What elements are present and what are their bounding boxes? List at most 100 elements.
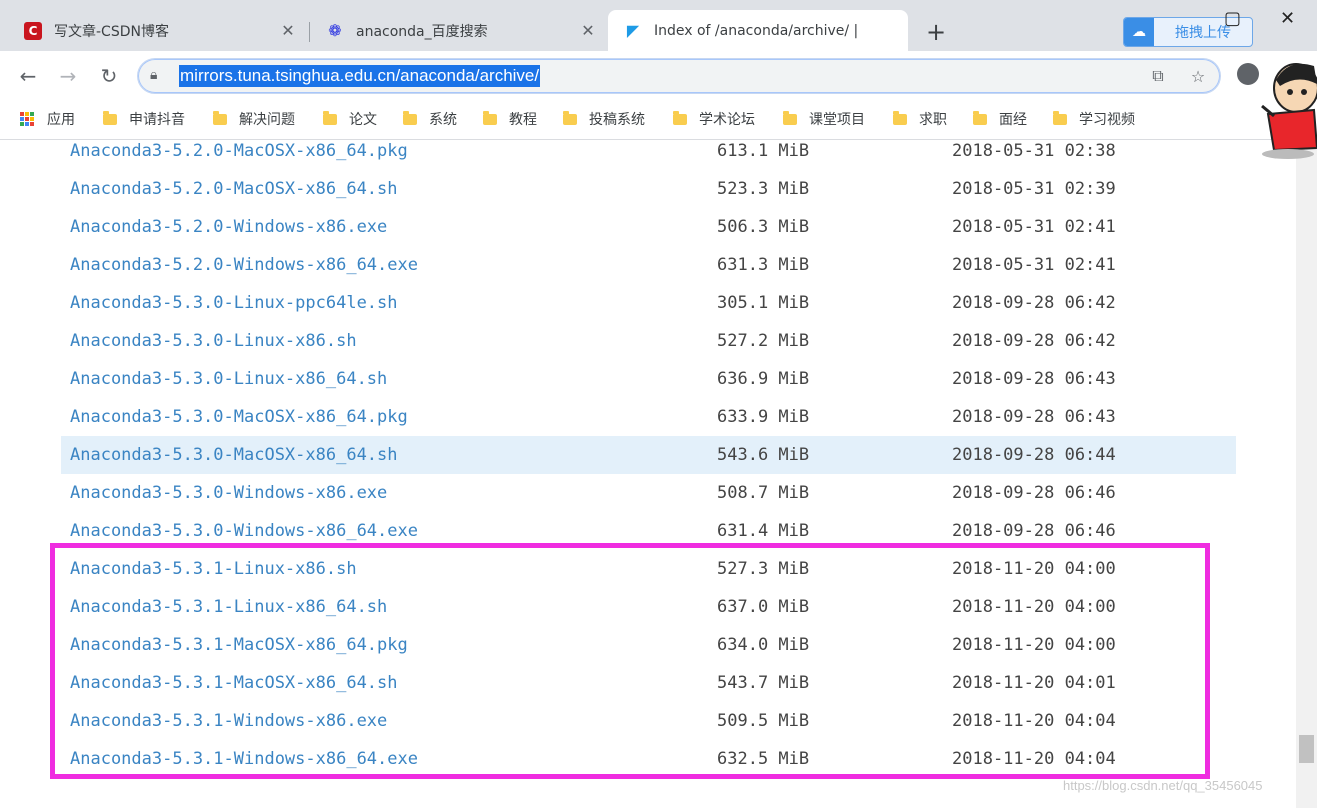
file-link[interactable]: Anaconda3-5.3.0-Windows-x86_64.exe [70,521,418,541]
file-link[interactable]: Anaconda3-5.3.0-Windows-x86.exe [70,483,387,503]
file-size: 508.7 MiB [717,483,810,503]
highlight-annotation-box [50,543,1210,779]
file-link[interactable]: Anaconda3-5.3.0-Linux-x86.sh [70,331,357,351]
cloud-upload-icon: ☁ [1124,18,1154,46]
cartoon-sticker-icon [1261,63,1317,159]
file-date: 2018-09-28 06:46 [952,521,1116,541]
bookmark-star-icon[interactable]: ☆ [1188,66,1208,86]
close-icon[interactable]: ✕ [278,21,298,41]
file-link[interactable]: Anaconda3-5.2.0-Windows-x86_64.exe [70,255,418,275]
file-link[interactable]: Anaconda3-5.2.0-MacOSX-x86_64.pkg [70,141,408,161]
bookmark-label: 解决问题 [239,112,295,128]
window-close-icon[interactable]: ✕ [1280,8,1295,29]
bookmark-folder[interactable]: 申请抖音 [103,109,185,129]
file-row: Anaconda3-5.2.0-Windows-x86.exe 506.3 MiB… [61,208,1236,246]
bookmark-label: 系统 [429,112,457,128]
vertical-scrollbar[interactable] [1296,140,1317,808]
file-link[interactable]: Anaconda3-5.3.0-MacOSX-x86_64.sh [70,445,398,465]
file-size: 636.9 MiB [717,369,810,389]
forward-arrow-icon[interactable]: → [55,63,81,89]
folder-icon [213,110,227,125]
minimize-icon[interactable]: ▢ [1224,8,1241,29]
file-date: 2018-09-28 06:46 [952,483,1116,503]
tuna-dolphin-icon: ◤ [626,21,640,40]
folder-icon [483,110,497,125]
file-date: 2018-05-31 02:41 [952,217,1116,237]
bookmark-folder[interactable]: 解决问题 [213,109,295,129]
file-link[interactable]: Anaconda3-5.2.0-Windows-x86.exe [70,217,387,237]
close-icon[interactable]: ✕ [578,21,598,41]
csdn-icon: C [24,21,42,40]
file-link[interactable]: Anaconda3-5.3.0-Linux-x86_64.sh [70,369,387,389]
folder-icon [403,110,417,125]
bookmark-label: 面经 [999,112,1027,128]
bookmark-label: 应用 [47,112,75,128]
back-arrow-icon[interactable]: ← [15,63,41,89]
bookmark-folder[interactable]: 求职 [893,109,947,129]
file-size: 543.6 MiB [717,445,810,465]
apps-grid-icon [20,111,35,127]
file-date: 2018-09-28 06:42 [952,331,1116,351]
bookmark-folder[interactable]: 课堂项目 [783,109,865,129]
bookmark-label: 学习视频 [1079,112,1135,128]
file-listing: Anaconda3-5.2.0-MacOSX-x86_64.pkg 613.1 M… [0,140,1296,808]
file-date: 2018-09-28 06:43 [952,369,1116,389]
folder-icon [103,110,117,125]
file-size: 631.4 MiB [717,521,810,541]
folder-icon [323,110,337,125]
bookmark-folder[interactable]: 学习视频 [1053,109,1135,129]
file-date: 2018-05-31 02:38 [952,141,1116,161]
profile-avatar-icon[interactable] [1237,63,1259,85]
file-link[interactable]: Anaconda3-5.3.0-MacOSX-x86_64.pkg [70,407,408,427]
tab-tuna-index[interactable]: ◤ Index of /anaconda/archive/ | [608,10,908,51]
url-text[interactable]: mirrors.tuna.tsinghua.edu.cn/anaconda/ar… [179,65,541,87]
folder-icon [893,110,907,125]
folder-icon [563,110,577,125]
file-link[interactable]: Anaconda3-5.2.0-MacOSX-x86_64.sh [70,179,398,199]
address-bar[interactable]: 🔒︎ mirrors.tuna.tsinghua.edu.cn/anaconda… [137,58,1221,94]
folder-icon [973,110,987,125]
baidu-paw-icon: ❁ [328,21,342,40]
bookmark-folder[interactable]: 论文 [323,109,377,129]
folder-icon [1053,110,1067,125]
lock-icon: 🔒︎ [150,67,158,83]
file-row: Anaconda3-5.3.0-Linux-x86.sh 527.2 MiB 201… [61,322,1236,360]
file-size: 631.3 MiB [717,255,810,275]
bookmark-folder[interactable]: 面经 [973,109,1027,129]
bookmark-label: 求职 [919,112,947,128]
file-link[interactable]: Anaconda3-5.3.0-Linux-ppc64le.sh [70,293,398,313]
browser-toolbar: ← → ↻ 🔒︎ mirrors.tuna.tsinghua.edu.cn/an… [0,51,1317,101]
translate-icon[interactable]: ⧉ [1148,66,1168,86]
tab-csdn[interactable]: C 写文章-CSDN博客 ✕ [0,10,308,51]
scrollbar-thumb[interactable] [1299,735,1314,763]
file-size: 527.2 MiB [717,331,810,351]
reload-icon[interactable]: ↻ [96,63,122,89]
new-tab-plus-icon[interactable]: + [924,18,948,46]
file-row: Anaconda3-5.2.0-MacOSX-x86_64.pkg 613.1 M… [61,140,1236,170]
bookmark-folder[interactable]: 系统 [403,109,457,129]
file-row: Anaconda3-5.2.0-Windows-x86_64.exe 631.3 … [61,246,1236,284]
tab-title: Index of /anaconda/archive/ | [654,22,859,39]
file-row-hovered: Anaconda3-5.3.0-MacOSX-x86_64.sh 543.6 Mi… [61,436,1236,474]
blog-watermark: https://blog.csdn.net/qq_35456045 [1063,778,1263,793]
file-size: 305.1 MiB [717,293,810,313]
bookmark-folder[interactable]: 投稿系统 [563,109,645,129]
folder-icon [673,110,687,125]
bookmark-label: 投稿系统 [589,112,645,128]
bookmark-label: 论文 [349,112,377,128]
file-row: Anaconda3-5.3.0-MacOSX-x86_64.pkg 633.9 M… [61,398,1236,436]
file-size: 506.3 MiB [717,217,810,237]
bookmark-label: 教程 [509,112,537,128]
bookmark-folder[interactable]: 教程 [483,109,537,129]
folder-icon [783,110,797,125]
bookmark-folder[interactable]: 学术论坛 [673,109,755,129]
file-row: Anaconda3-5.2.0-MacOSX-x86_64.sh 523.3 Mi… [61,170,1236,208]
file-row: Anaconda3-5.3.0-Linux-ppc64le.sh 305.1 Mi… [61,284,1236,322]
tab-title: anaconda_百度搜索 [356,23,488,40]
tab-baidu[interactable]: ❁ anaconda_百度搜索 ✕ [310,10,608,51]
file-size: 523.3 MiB [717,179,810,199]
bookmark-apps[interactable]: 应用 [20,109,75,129]
file-date: 2018-05-31 02:41 [952,255,1116,275]
file-row: Anaconda3-5.3.0-Windows-x86.exe 508.7 MiB… [61,474,1236,512]
file-row: Anaconda3-5.3.0-Linux-x86_64.sh 636.9 MiB… [61,360,1236,398]
